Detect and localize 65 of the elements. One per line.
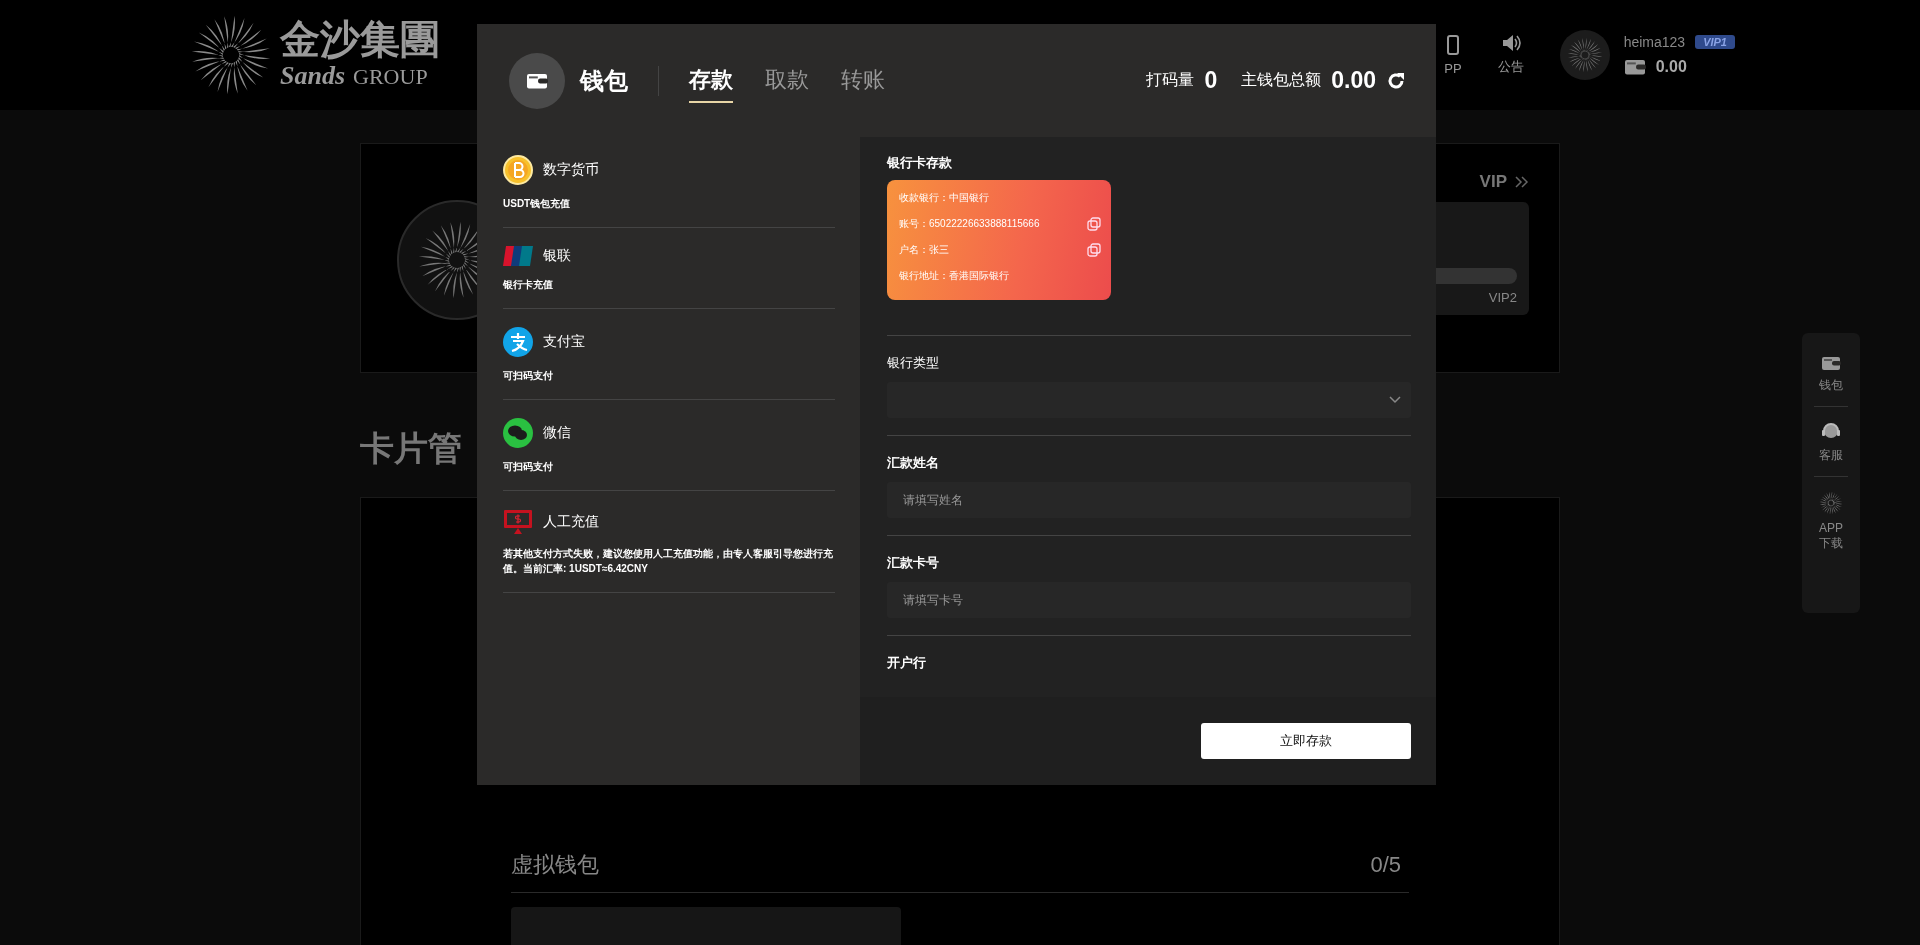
sunburst-logo-icon <box>190 14 272 96</box>
submit-button[interactable]: 立即存款 <box>1201 723 1411 759</box>
menu-item[interactable]: APP 下载 <box>1814 521 1848 552</box>
next-level-label: VIP2 <box>1488 290 1517 305</box>
method-description: 可扫码支付 <box>503 460 554 474</box>
tab[interactable]: 转账 <box>841 58 885 103</box>
monitor-icon <box>503 509 533 535</box>
section-title: 银行卡存款 <box>887 154 953 172</box>
wallet-icon <box>1623 58 1646 76</box>
chat-bubbles-icon <box>503 418 533 448</box>
phone-icon <box>1445 34 1460 55</box>
card-logo-icon <box>503 246 533 266</box>
payment-method[interactable]: 数字货币 <box>543 161 599 179</box>
payment-method[interactable]: 微信 <box>543 424 571 442</box>
field-label: 开户行 <box>887 654 927 672</box>
double-chevron-icon <box>1515 176 1529 188</box>
headset-icon <box>1821 421 1841 441</box>
input-field[interactable]: 请填写卡号 <box>887 582 1411 618</box>
nav-link[interactable]: 公告 <box>1497 58 1524 76</box>
method-description: 若其他支付方式失败，建议您使用人工充值功能，由专人客服引导您进行充值。当前汇率: 1USDT≈6.42CNY <box>503 547 834 576</box>
vip-badge: VIP1 <box>1695 35 1735 49</box>
input-field[interactable]: 请填写姓名 <box>887 482 1411 518</box>
stat-label: 打码量 <box>1146 70 1195 90</box>
stat-label: 主钱包总额 <box>1241 70 1322 90</box>
logo-brand: Sands <box>280 61 346 91</box>
coin-icon <box>503 155 533 185</box>
payment-method[interactable]: 人工充值 <box>543 513 599 531</box>
card-detail: 银行地址：香港国际银行 <box>899 268 1009 283</box>
section-heading: 卡片管 <box>360 428 462 468</box>
balance: 0.00 <box>1655 58 1687 76</box>
method-description: USDT钱包充值 <box>503 197 572 211</box>
sunburst-icon <box>1819 491 1843 515</box>
tab[interactable]: 存款 <box>689 58 733 103</box>
tab[interactable]: 取款 <box>765 58 809 103</box>
field-label: 银行类型 <box>887 354 940 372</box>
method-description: 银行卡充值 <box>503 278 554 292</box>
field-label: 汇款姓名 <box>887 454 940 472</box>
method-description: 可扫码支付 <box>503 369 554 383</box>
card-detail: 账号：65022226633888115666 <box>899 216 1040 231</box>
card-detail: 户名：张三 <box>899 242 949 257</box>
stat-value: 0 <box>1204 67 1218 94</box>
alipay-icon <box>503 327 533 357</box>
logo-title: 金沙集團 <box>280 19 440 61</box>
select-field[interactable] <box>887 382 1411 418</box>
stat-value: 0.00 <box>1331 67 1376 94</box>
avatar[interactable] <box>1559 30 1610 80</box>
dialog-title: 钱包 <box>580 65 628 96</box>
chevron-down-icon <box>1389 396 1401 404</box>
field-label: 汇款卡号 <box>887 554 940 572</box>
speaker-icon <box>1500 34 1521 52</box>
wallet-count: 0/5 <box>1370 852 1401 878</box>
vip-label: VIP <box>1479 172 1507 192</box>
card-detail: 收款银行：中国银行 <box>899 190 989 205</box>
copy-icon[interactable] <box>1087 216 1101 231</box>
wallet-icon <box>1821 355 1841 371</box>
nav-link[interactable]: PP <box>1444 60 1462 76</box>
refresh-icon[interactable] <box>1386 70 1406 91</box>
logo-group: GROUP <box>353 64 428 90</box>
menu-item[interactable]: 客服 <box>1819 447 1843 464</box>
payment-method[interactable]: 支付宝 <box>543 333 585 351</box>
section-title: 虚拟钱包 <box>511 851 599 879</box>
copy-icon[interactable] <box>1087 242 1101 257</box>
username: heima123 <box>1623 34 1686 50</box>
menu-item[interactable]: 钱包 <box>1819 377 1843 394</box>
payment-method[interactable]: 银联 <box>543 247 571 265</box>
